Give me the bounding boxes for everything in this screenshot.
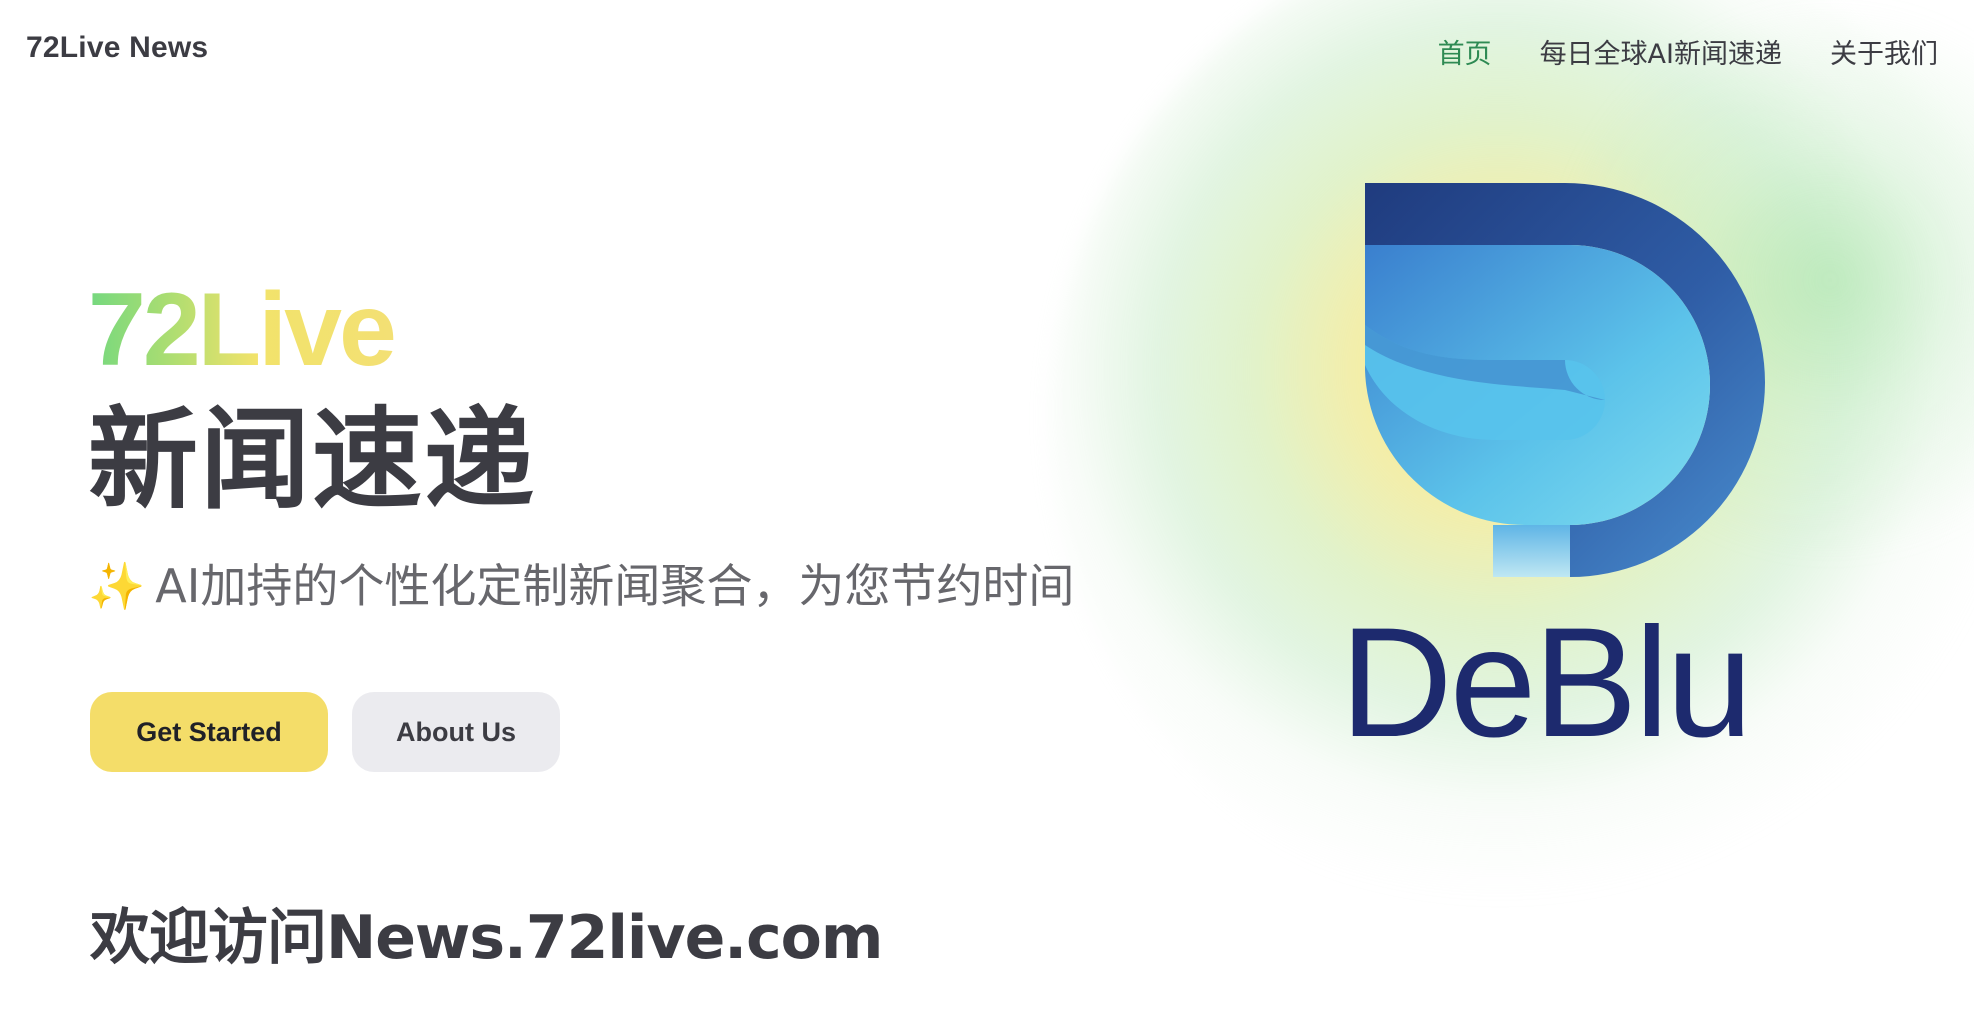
hero-actions: Get Started About Us [90, 692, 560, 772]
site-brand-link[interactable]: 72Live News [26, 31, 208, 65]
sparkles-icon: ✨ [88, 559, 146, 613]
get-started-button[interactable]: Get Started [90, 692, 328, 772]
welcome-heading: 欢迎访问News.72live.com [90, 903, 883, 973]
deblu-wordmark: DeBlu [1340, 596, 1753, 770]
nav-link-about[interactable]: 关于我们 [1830, 32, 1938, 71]
hero-name: 72Live [88, 272, 397, 388]
hero-tagline: ✨ AI加持的个性化定制新闻聚合，为您节约时间 [88, 563, 1074, 609]
nav-link-home[interactable]: 首页 [1438, 32, 1492, 71]
hero-title: 新闻速递 [88, 396, 536, 524]
nav-link-daily-ai-news[interactable]: 每日全球AI新闻速递 [1540, 32, 1782, 71]
about-us-button[interactable]: About Us [352, 692, 560, 772]
page: 72Live News 首页 每日全球AI新闻速递 关于我们 72Live 新闻… [0, 0, 1974, 1010]
top-navbar: 72Live News 首页 每日全球AI新闻速递 关于我们 [0, 0, 1974, 100]
deblu-logo-mark-icon [1365, 183, 1765, 577]
hero-tagline-text: AI加持的个性化定制新闻聚合，为您节约时间 [155, 559, 1075, 613]
deblu-logo: DeBlu [1340, 175, 1810, 761]
nav-links: 首页 每日全球AI新闻速递 关于我们 [1438, 32, 1938, 71]
